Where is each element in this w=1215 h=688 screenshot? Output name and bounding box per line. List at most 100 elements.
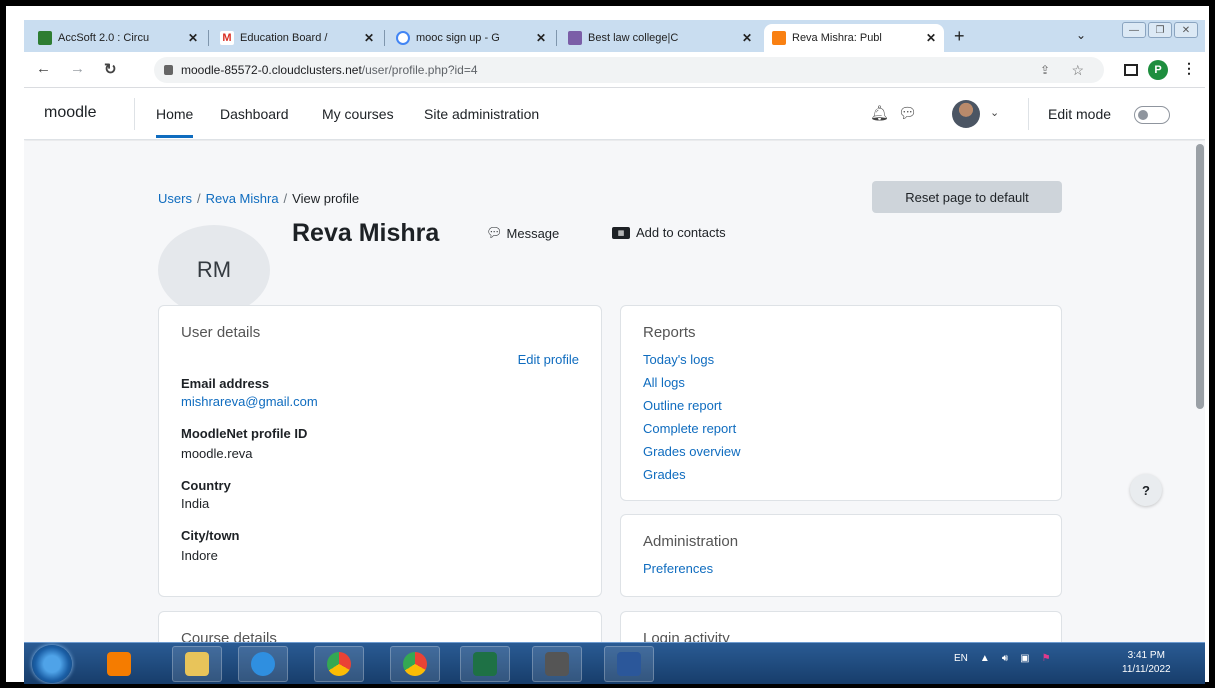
email-label: Email address [181,376,270,391]
taskbar-printer[interactable] [532,646,582,682]
browser-toolbar: ← → ↻ moodle-85572-0.cloudclusters.net/u… [24,52,1205,88]
tab-education-board[interactable]: M Education Board / ✕ [212,24,382,52]
tray-expand-icon[interactable]: ▲ [980,653,990,664]
email-value[interactable]: mishrareva@gmail.com [181,394,318,409]
tab-divider [556,30,557,46]
close-tab-icon[interactable]: ✕ [530,31,546,45]
address-bar[interactable]: moodle-85572-0.cloudclusters.net/user/pr… [154,57,1104,83]
back-arrow-icon[interactable]: ← [36,60,51,77]
new-tab-button[interactable]: + [954,26,965,47]
network-icon[interactable]: ▣ [1020,653,1029,664]
notification-bell-icon[interactable]: 🔔︎ [870,104,889,122]
breadcrumb-reva-mishra[interactable]: Reva Mishra [206,191,279,206]
city-value: Indore [181,548,218,563]
reload-icon[interactable]: ↻ [104,60,117,78]
browser-profile-avatar[interactable]: P [1148,60,1168,80]
card-title: Administration [643,533,739,550]
breadcrumb-current: View profile [292,191,360,206]
action-center-flag-icon[interactable]: ⚑ [1042,653,1051,664]
edit-mode-toggle[interactable] [1134,106,1170,124]
profile-avatar: RM [158,225,270,315]
message-button[interactable]: 💬︎ Message [486,225,559,241]
tab-title: Education Board / [240,32,328,44]
chrome-profile-icon [403,652,427,676]
taskbar-clock[interactable]: 3:41 PM 11/11/2022 [1122,649,1171,677]
tab-mooc-sign-up[interactable]: mooc sign up - G ✕ [388,24,554,52]
moodle-navbar: moodle Home Dashboard My courses Site ad… [24,88,1205,140]
card-title: User details [181,324,261,341]
language-indicator[interactable]: EN [954,653,968,664]
navbar-divider [1028,98,1029,130]
breadcrumb: Users / Reva Mishra / View profile [158,191,359,206]
administration-card: Administration Preferences [620,514,1062,597]
page-content: Users / Reva Mishra / View profile Reset pag… [24,141,1205,684]
message-label: Message [506,225,560,241]
report-link-grades[interactable]: Grades [643,467,686,482]
printer-icon [545,652,569,676]
reset-page-button[interactable]: Reset page to default [872,181,1062,213]
user-avatar[interactable] [952,100,980,128]
volume-icon[interactable]: 🔊︎ [1002,653,1008,664]
close-tab-icon[interactable]: ✕ [736,31,752,45]
windows-taskbar: EN ▲ 🔊︎ ▣ ⚑ 3:41 PM 11/11/2022 [24,642,1205,684]
taskbar-internet-explorer[interactable] [238,646,288,682]
tab-search-chevron-icon[interactable]: ⌄ [1076,28,1086,42]
window-controls: — ❐ ✕ [1122,22,1198,38]
tab-accsoft[interactable]: AccSoft 2.0 : Circu ✕ [30,24,206,52]
navbar-divider [134,98,135,130]
breadcrumb-users[interactable]: Users [158,191,192,206]
taskbar-excel[interactable] [460,646,510,682]
report-link-grades-overview[interactable]: Grades overview [643,444,741,459]
nav-dashboard[interactable]: Dashboard [220,106,289,122]
close-tab-icon[interactable]: ✕ [358,31,374,45]
user-details-card: User details Edit profile Email address … [158,305,602,597]
clock-time: 3:41 PM [1127,650,1165,661]
taskbar-explorer[interactable] [172,646,222,682]
url-host: moodle-85572-0.cloudclusters.net [181,63,362,77]
side-panel-icon[interactable] [1124,64,1138,76]
google-favicon-icon [396,31,410,45]
tab-reva-mishra[interactable]: Reva Mishra: Publ ✕ [764,24,944,52]
report-link-todays-logs[interactable]: Today's logs [643,352,714,367]
windows-start-button[interactable] [32,645,72,683]
city-label: City/town [181,528,240,543]
bookmark-star-icon[interactable]: ☆ [1071,62,1084,79]
page-scrollbar[interactable] [1196,144,1204,409]
report-link-complete[interactable]: Complete report [643,421,736,436]
breadcrumb-separator: / [283,191,288,206]
share-icon[interactable]: ⇪ [1040,63,1050,77]
edit-profile-link[interactable]: Edit profile [518,352,579,367]
tab-divider [384,30,385,46]
tab-title: Best law college|C [588,32,679,44]
taskbar-word[interactable] [604,646,654,682]
close-window-icon[interactable]: ✕ [1174,22,1198,38]
help-button[interactable]: ? [1130,474,1162,506]
messages-icon[interactable]: 💬︎ [898,104,917,122]
tab-title: mooc sign up - G [416,32,500,44]
card-title: Reports [643,324,696,341]
minimize-icon[interactable]: — [1122,22,1146,38]
preferences-link[interactable]: Preferences [643,561,713,576]
taskbar-outlook[interactable] [94,646,144,682]
folder-icon [185,652,209,676]
nav-my-courses[interactable]: My courses [322,106,394,122]
forward-arrow-icon[interactable]: → [70,60,85,77]
report-link-outline[interactable]: Outline report [643,398,722,413]
gmail-favicon-icon: M [220,31,234,45]
screen: AccSoft 2.0 : Circu ✕ M Education Board … [24,20,1205,684]
nav-site-administration[interactable]: Site administration [424,106,539,122]
report-link-all-logs[interactable]: All logs [643,375,685,390]
maximize-icon[interactable]: ❐ [1148,22,1172,38]
add-to-contacts-button[interactable]: ▦ Add to contacts [612,225,726,240]
user-menu-chevron-icon[interactable]: ⌄ [990,106,999,119]
close-tab-icon[interactable]: ✕ [182,31,198,45]
close-tab-icon[interactable]: ✕ [920,31,936,45]
site-logo[interactable]: moodle [44,104,96,122]
nav-home[interactable]: Home [156,106,194,138]
browser-menu-icon[interactable]: ⋮ [1182,60,1196,77]
tab-best-law-college[interactable]: Best law college|C ✕ [560,24,760,52]
taskbar-chrome[interactable] [314,646,364,682]
taskbar-chrome-profile[interactable] [390,646,440,682]
chrome-icon [327,652,351,676]
excel-icon [473,652,497,676]
